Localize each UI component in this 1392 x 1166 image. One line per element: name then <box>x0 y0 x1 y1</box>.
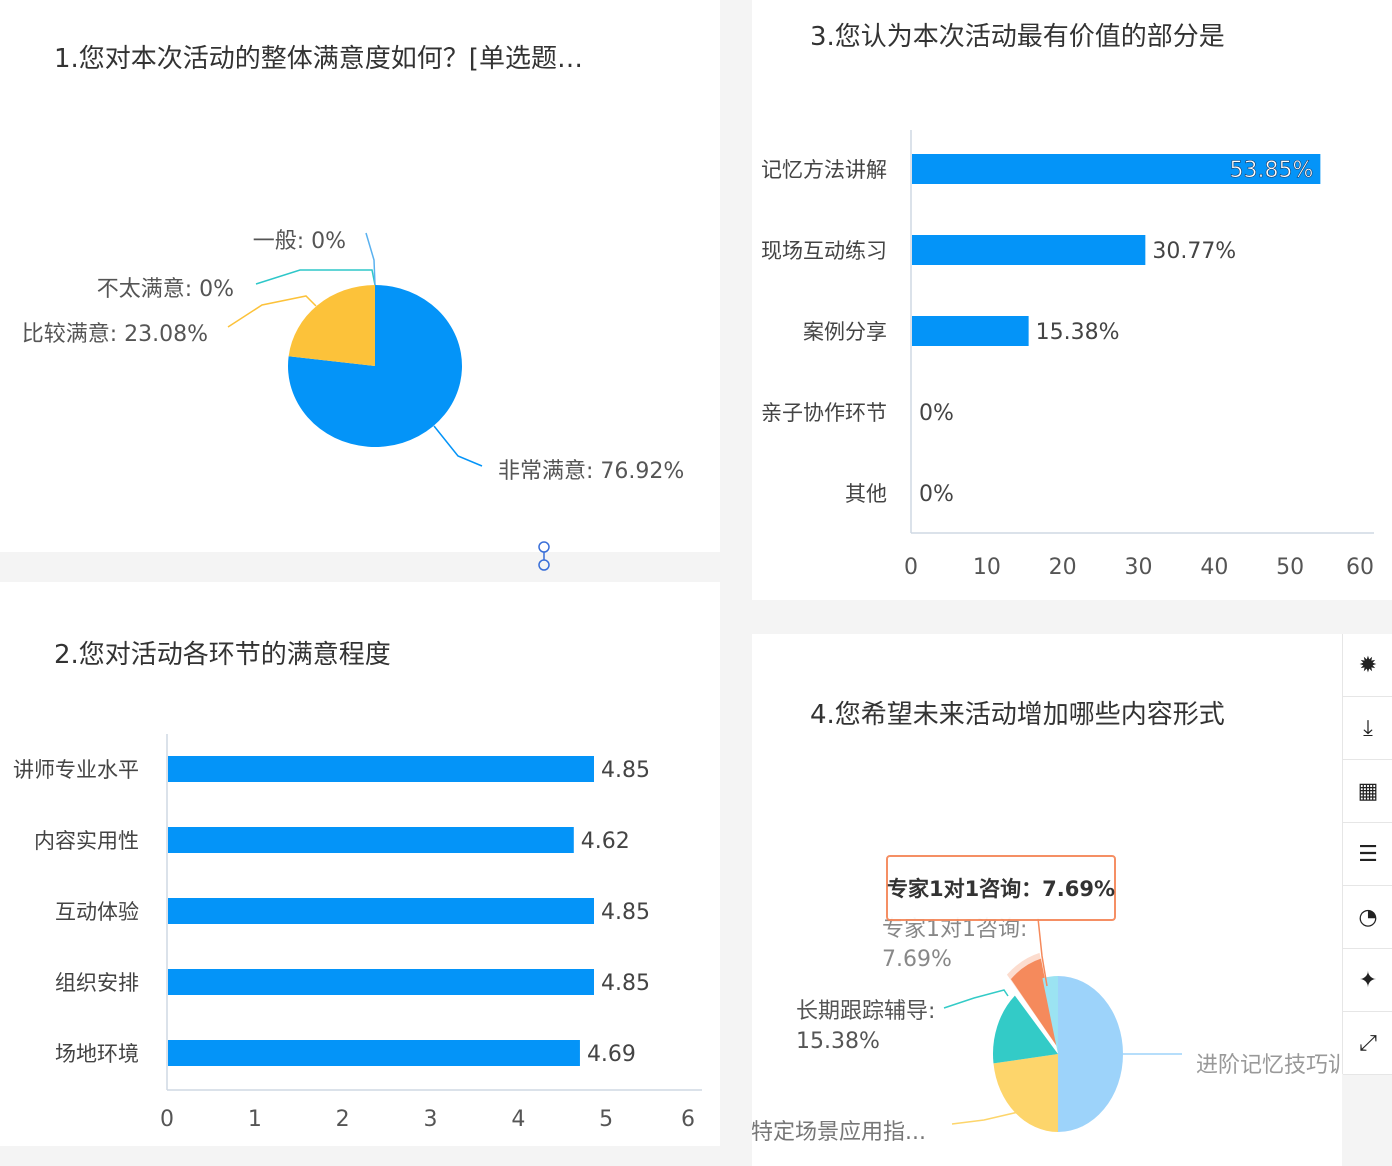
pie-slice <box>993 1054 1058 1132</box>
sparkle-icon[interactable]: ✦ <box>1343 949 1392 1012</box>
x-tick-label: 0 <box>160 1107 174 1132</box>
slice-label: 进阶记忆技巧训 <box>1196 1053 1342 1078</box>
category-label: 场地环境 <box>55 1042 139 1066</box>
leader-line <box>943 989 1009 1009</box>
value-label: 4.85 <box>601 971 650 996</box>
value-label: 0% <box>919 401 954 426</box>
value-label: 30.77% <box>1152 239 1236 264</box>
fullscreen-icon[interactable]: ⤢ <box>1343 1012 1392 1075</box>
leader-line <box>255 269 376 286</box>
category-label: 现场互动练习 <box>761 239 887 263</box>
slice-label: 一般: 0% <box>253 229 346 254</box>
bar-chart-2: 0 1 2 3 4 5 6 讲师专业水平 4.85 内容实用性 4.62 互动体验 4.85 组织安排 4.… <box>13 734 702 1132</box>
value-label: 4.69 <box>587 1042 636 1067</box>
bar <box>168 827 574 853</box>
x-tick-label: 2 <box>336 1107 350 1132</box>
value-label: 4.85 <box>601 758 650 783</box>
value-label: 4.85 <box>601 900 650 925</box>
x-tick-label: 4 <box>511 1107 525 1132</box>
chart-panel-1: 1.您对本次活动的整体满意度如何？[单选题… 非常满意: 76.92% 比较满意:… <box>0 0 720 552</box>
tooltip: 专家1对1咨询：7.69% <box>886 855 1116 921</box>
x-tick-label: 60 <box>1346 555 1374 580</box>
bar <box>168 898 594 924</box>
x-tick-label: 6 <box>681 1107 695 1132</box>
value-label: 0% <box>919 482 954 507</box>
settings-icon[interactable]: ✹ <box>1343 634 1392 697</box>
x-tick-label: 10 <box>973 555 1001 580</box>
bar <box>168 756 594 782</box>
x-tick-label: 1 <box>248 1107 262 1132</box>
bar <box>912 316 1029 346</box>
chart-panel-3: 3.您认为本次活动最有价值的部分是 0 10 20 30 40 50 60 记忆方法讲解 53.… <box>752 0 1392 600</box>
layout-icon[interactable]: ▦ <box>1343 760 1392 823</box>
category-label: 记忆方法讲解 <box>761 158 887 182</box>
chart-panel-2: 2.您对活动各环节的满意程度 0 1 2 3 4 5 6 讲师专业水平 4.85 内容实用性 4.6… <box>0 582 720 1146</box>
pie-chart-4: 进阶记忆技巧训特定场景应用指...长期跟踪辅导:15.38%专家1对1咨询:7.… <box>752 855 1342 1145</box>
slice-label: 7.69% <box>882 947 952 972</box>
value-label: 53.85% <box>1229 158 1313 183</box>
bar <box>168 969 594 995</box>
category-label: 组织安排 <box>55 971 139 995</box>
category-label: 讲师专业水平 <box>13 758 139 782</box>
x-tick-label: 0 <box>904 555 918 580</box>
value-label: 15.38% <box>1036 320 1120 345</box>
slice-label: 15.38% <box>796 1029 880 1054</box>
category-label: 内容实用性 <box>34 829 139 853</box>
slice-label: 特定场景应用指... <box>752 1120 926 1145</box>
pie-chart-1: 非常满意: 76.92% 比较满意: 23.08% 不太满意: 0% 一般: 0% <box>22 229 685 484</box>
tooltip-text: 专家1对1咨询：7.69% <box>887 877 1115 901</box>
slice-label: 长期跟踪辅导: <box>796 999 935 1024</box>
category-label: 互动体验 <box>55 900 139 924</box>
slice-label: 非常满意: 76.92% <box>498 459 684 484</box>
leader-line <box>951 1109 1028 1125</box>
value-label: 4.62 <box>581 829 630 854</box>
category-label: 案例分享 <box>803 320 887 344</box>
x-tick-label: 40 <box>1200 555 1228 580</box>
bar <box>912 235 1146 265</box>
pie-slice <box>1058 976 1123 1132</box>
x-tick-label: 50 <box>1276 555 1304 580</box>
pie-chart-icon[interactable]: ◔ <box>1343 886 1392 949</box>
category-label: 亲子协作环节 <box>761 401 887 425</box>
chart-toolbar: ✹ ⤓ ▦ ☰ ◔ ✦ ⤢ <box>1342 634 1392 1075</box>
category-label: 其他 <box>845 482 887 506</box>
slice-label: 不太满意: 0% <box>97 277 234 302</box>
leader-line <box>433 425 483 467</box>
sort-icon[interactable]: ☰ <box>1343 823 1392 886</box>
x-tick-label: 5 <box>599 1107 613 1132</box>
bar <box>168 1040 580 1066</box>
link-handle-icon[interactable] <box>536 540 552 572</box>
x-tick-label: 3 <box>424 1107 438 1132</box>
x-tick-label: 20 <box>1049 555 1077 580</box>
x-tick-label: 30 <box>1125 555 1153 580</box>
slice-label: 比较满意: 23.08% <box>22 322 208 347</box>
bar-chart-3: 0 10 20 30 40 50 60 记忆方法讲解 53.85% 现场互动练习 30.77% 案例分… <box>761 130 1374 580</box>
chart-panel-4: 4.您希望未来活动增加哪些内容形式 进阶记忆技巧训 特定场景应用指... 长期跟踪辅… <box>752 634 1342 1166</box>
download-icon[interactable]: ⤓ <box>1343 697 1392 760</box>
